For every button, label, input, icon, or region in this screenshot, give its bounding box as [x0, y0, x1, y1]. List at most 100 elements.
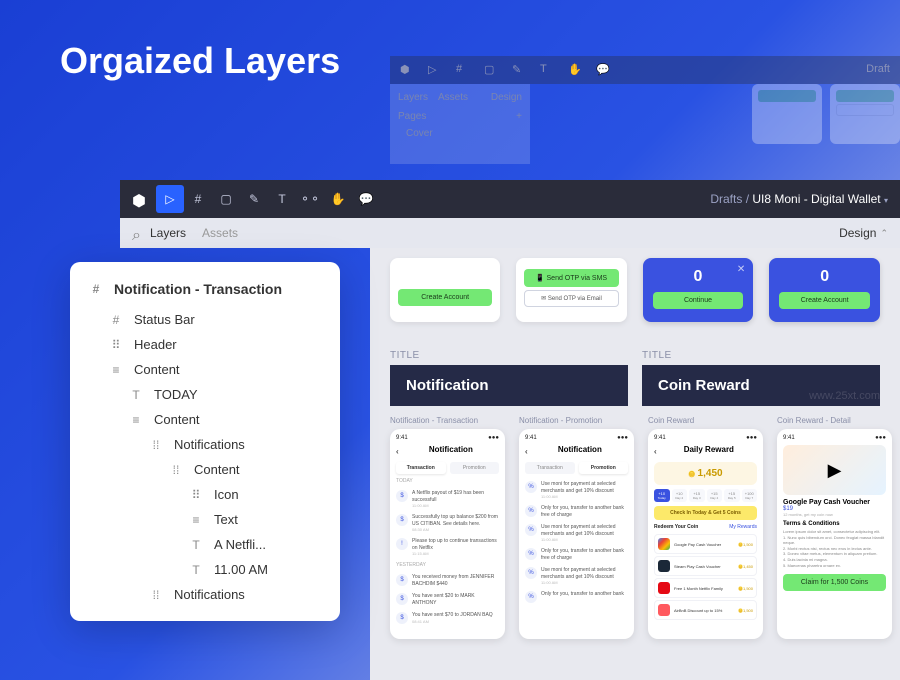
close-icon[interactable]: ✕ — [737, 264, 745, 275]
airbnb-icon — [658, 604, 670, 616]
layer-type-icon: ⠿ — [108, 338, 124, 352]
layer-root[interactable]: # Notification - Transaction — [70, 276, 340, 307]
voucher-sub: 12 months, get my coin now — [783, 512, 886, 517]
layer-item[interactable]: ≡ Content — [70, 357, 340, 382]
layer-label: Status Bar — [134, 312, 195, 327]
day-cell: +15Day 4 — [707, 489, 723, 502]
check-in-button: Check In Today & Get 5 Coins — [654, 506, 757, 520]
screen-notification-transaction[interactable]: Notification - Transaction 9:41●●● ‹Noti… — [390, 416, 505, 639]
card-continue: ✕ 0 Continue — [643, 258, 754, 322]
frame-tool[interactable]: # — [184, 185, 212, 213]
layer-label: Content — [134, 362, 180, 377]
layer-item[interactable]: T11.00 AM — [70, 557, 340, 582]
steam-icon — [658, 560, 670, 572]
layer-item[interactable]: TTODAY — [70, 382, 340, 407]
create-account-button[interactable]: Create Account — [398, 289, 492, 306]
layer-label: Content — [154, 412, 200, 427]
bg-card-previews — [752, 84, 900, 144]
promo-icon: % — [525, 591, 537, 603]
layer-item[interactable]: TA Netfli... — [70, 532, 340, 557]
resources-tool[interactable]: ⚬⚬ — [296, 185, 324, 213]
layer-item[interactable]: ⠿Icon — [70, 482, 340, 507]
frame-name: Coin Reward - Detail — [777, 416, 892, 425]
layer-type-icon: ≡ — [108, 363, 124, 377]
layer-item[interactable]: ≡ Content — [70, 407, 340, 432]
promo-icon: % — [525, 567, 537, 579]
hero-title: Orgaized Layers — [60, 40, 340, 82]
tab-design[interactable]: Design — [839, 226, 876, 240]
notification-section-bar: Notification — [390, 365, 628, 406]
figma-logo-icon[interactable]: ⬢ — [132, 191, 148, 207]
promo-icon: % — [525, 548, 537, 560]
frame-icon: # — [88, 282, 104, 296]
layer-item[interactable]: ⁞⁞ Notifications — [70, 582, 340, 607]
screen-title: Daily Reward — [661, 445, 757, 454]
layer-label: TODAY — [154, 387, 198, 402]
my-rewards-link: My Rewards — [729, 524, 757, 530]
tab-assets[interactable]: Assets — [202, 226, 238, 240]
hand-tool[interactable]: ✋ — [324, 185, 352, 213]
layers-panel: # Notification - Transaction # Status Bar… — [70, 262, 340, 621]
figma-canvas[interactable]: Create Account 📱 Send OTP via SMS ✉ Send… — [370, 248, 900, 680]
crumb-drafts: Drafts — [710, 192, 742, 206]
comment-tool[interactable]: 💬 — [352, 185, 380, 213]
money-icon: $ — [396, 612, 408, 624]
layer-type-icon: ⁞⁞ — [148, 588, 164, 602]
continue-button[interactable]: Continue — [653, 292, 744, 309]
voucher-title: Google Pay Cash Voucher — [783, 499, 886, 506]
back-icon: ‹ — [525, 447, 528, 456]
money-icon: $ — [396, 514, 408, 526]
tab-transaction: Transaction — [525, 462, 575, 474]
search-icon[interactable]: ⌕ — [132, 227, 144, 239]
layer-type-icon: ⁞⁞ — [168, 463, 184, 477]
layer-item[interactable]: ⁞⁞Notifications — [70, 432, 340, 457]
day-cell: +15Day 3 — [689, 489, 705, 502]
card-create-account: Create Account — [390, 258, 500, 322]
promo-icon: % — [525, 481, 537, 493]
tab-layers[interactable]: Layers — [150, 226, 186, 240]
screen-coin-reward[interactable]: Coin Reward 9:41●●● ‹Daily Reward 🪙 1,45… — [648, 416, 763, 639]
layer-type-icon: # — [108, 313, 124, 327]
layer-type-icon: T — [188, 563, 204, 577]
bg-assets-tab: Assets — [438, 92, 468, 103]
text-icon: T — [540, 63, 554, 77]
figma-icon: ⬢ — [400, 63, 414, 77]
day-cell: +15Day 5 — [724, 489, 740, 502]
pen-tool[interactable]: ✎ — [240, 185, 268, 213]
screen-coin-reward-detail[interactable]: Coin Reward - Detail 9:41●●● ▶ Google Pa… — [777, 416, 892, 639]
day-cell: +10Day 2 — [672, 489, 688, 502]
layer-label: A Netfli... — [214, 537, 266, 552]
layer-type-icon: ≡ — [128, 413, 144, 427]
text-tool[interactable]: T — [268, 185, 296, 213]
send-email-button[interactable]: ✉ Send OTP via Email — [524, 290, 618, 307]
bg-toolbar: ⬢ ▷ # ▢ ✎ T ✋ 💬 Draft — [390, 56, 900, 84]
create-account-button[interactable]: Create Account — [779, 292, 870, 309]
money-icon: $ — [396, 593, 408, 605]
shape-tool[interactable]: ▢ — [212, 185, 240, 213]
layer-label: Notification - Transaction — [114, 281, 282, 297]
rect-icon: ▢ — [484, 63, 498, 77]
send-sms-button[interactable]: 📱 Send OTP via SMS — [524, 269, 618, 287]
netflix-icon — [658, 582, 670, 594]
move-tool[interactable]: ▷ — [156, 185, 184, 213]
layer-item[interactable]: # Status Bar — [70, 307, 340, 332]
layer-label: Icon — [214, 487, 239, 502]
screen-notification-promotion[interactable]: Notification - Promotion 9:41●●● ‹Notifi… — [519, 416, 634, 639]
bg-design-tab: Design — [491, 92, 522, 103]
breadcrumb[interactable]: Drafts / UI8 Moni - Digital Wallet ▾ — [710, 192, 888, 206]
layer-label: Text — [214, 512, 238, 527]
layer-item[interactable]: ⠿Header — [70, 332, 340, 357]
layer-item[interactable]: ≡Text — [70, 507, 340, 532]
screen-title: Notification — [403, 445, 499, 454]
zero-value: 0 — [653, 268, 744, 286]
tab-promotion: Promotion — [579, 462, 629, 474]
layer-item[interactable]: ⁞⁞ Content — [70, 457, 340, 482]
layer-label: Content — [194, 462, 240, 477]
promo-icon: % — [525, 524, 537, 536]
terms-heading: Terms & Conditions — [783, 521, 886, 527]
claim-button: Claim for 1,500 Coins — [783, 574, 886, 591]
money-icon: $ — [396, 490, 408, 502]
bg-pages: Pages — [398, 111, 426, 122]
layer-label: Notifications — [174, 587, 245, 602]
comment-icon: 💬 — [596, 63, 610, 77]
